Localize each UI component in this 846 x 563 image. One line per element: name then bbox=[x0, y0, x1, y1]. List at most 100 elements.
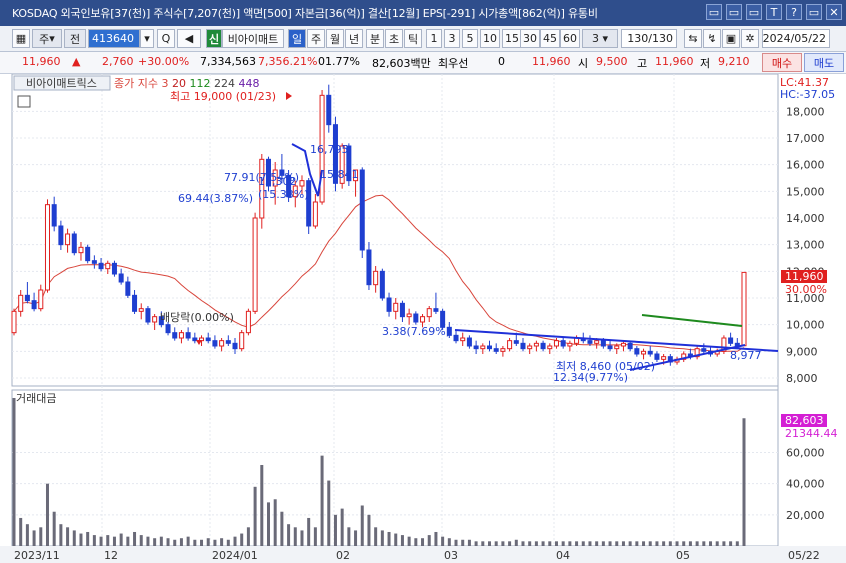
interval-10[interactable]: 10 bbox=[480, 29, 500, 48]
candle-body bbox=[11, 310, 17, 334]
volume-bar bbox=[508, 541, 512, 546]
search-icon[interactable]: Q bbox=[157, 29, 175, 48]
volume-bar bbox=[561, 541, 565, 546]
date-tick-label: 2023/11 bbox=[14, 549, 60, 562]
candle-body bbox=[105, 262, 111, 270]
volume-bar bbox=[240, 533, 244, 546]
volume-bar bbox=[293, 527, 297, 546]
stock-name-field: 비아이매트 bbox=[222, 29, 284, 48]
candle-body bbox=[393, 302, 399, 312]
volume-bar bbox=[501, 541, 505, 546]
speaker-icon[interactable]: ◀ bbox=[177, 29, 201, 48]
candle-body bbox=[178, 332, 184, 339]
volume-bar bbox=[52, 511, 56, 546]
candle-body bbox=[426, 308, 432, 318]
candle-body bbox=[500, 348, 506, 352]
interval-select[interactable]: 3 ▾ bbox=[582, 29, 618, 48]
dividend-annotation: 배당락(0.00%) bbox=[160, 311, 234, 324]
volume-bar bbox=[360, 505, 364, 546]
volume-bar bbox=[568, 541, 572, 546]
stock-chart[interactable]: 18,00017,00016,00015,00014,00013,00012,0… bbox=[0, 74, 846, 563]
price-change-pct: +30.00% bbox=[138, 55, 190, 68]
volume-axis: 60,000 40,000 20,000 bbox=[786, 447, 825, 522]
candle-body bbox=[18, 294, 24, 312]
candle-body bbox=[71, 233, 77, 254]
volume: 7,334,563 bbox=[200, 55, 256, 68]
trade-value: 82,603백만 bbox=[372, 57, 431, 70]
candle-body bbox=[701, 348, 707, 352]
date-field[interactable]: 2024/05/22 bbox=[762, 29, 830, 48]
tab-day[interactable]: 일 bbox=[288, 29, 306, 48]
volume-bar bbox=[119, 533, 123, 546]
candle-body bbox=[145, 308, 151, 323]
volume-bar bbox=[668, 541, 672, 546]
interval-30[interactable]: 30 bbox=[520, 29, 540, 48]
market-dropdown[interactable]: 주 ▾ bbox=[32, 29, 62, 48]
interval-60[interactable]: 60 bbox=[560, 29, 580, 48]
code-dropdown-icon[interactable]: ▾ bbox=[140, 29, 154, 48]
settings-icon[interactable]: ✲ bbox=[741, 29, 759, 48]
candle-body bbox=[560, 340, 566, 347]
candle-body bbox=[125, 281, 131, 296]
volume-bar bbox=[488, 541, 492, 546]
candle-body bbox=[741, 271, 747, 347]
wave-annotation-2: 15,841 bbox=[320, 168, 359, 181]
candle-body bbox=[31, 300, 37, 310]
interval-3[interactable]: 3 bbox=[444, 29, 460, 48]
candle-body bbox=[366, 249, 372, 286]
help-icon[interactable]: ? bbox=[786, 4, 802, 20]
draw-tool-icon[interactable]: ↯ bbox=[703, 29, 721, 48]
volume-bar bbox=[320, 455, 324, 546]
font-icon[interactable]: T bbox=[766, 4, 782, 20]
tab-week[interactable]: 주 bbox=[307, 29, 325, 48]
volume-bar bbox=[112, 536, 116, 546]
chart-link-icon[interactable]: ⇆ bbox=[684, 29, 702, 48]
hc-label: HC:-37.05 bbox=[780, 88, 835, 101]
volume-bar bbox=[313, 527, 317, 546]
interval-15[interactable]: 15 bbox=[502, 29, 522, 48]
volume-bar bbox=[367, 514, 371, 546]
volume-bar bbox=[548, 541, 552, 546]
tab-year[interactable]: 년 bbox=[345, 29, 363, 48]
market-dropdown-value: 주 bbox=[39, 32, 50, 46]
sell-button[interactable]: 매도 bbox=[804, 53, 844, 72]
scope-dropdown[interactable]: 전 bbox=[64, 29, 86, 48]
restore-icon[interactable]: ▭ bbox=[806, 4, 822, 20]
volume-bar bbox=[354, 530, 358, 546]
stock-code-input[interactable]: 413640 bbox=[88, 29, 140, 48]
volume-bar bbox=[575, 541, 579, 546]
minimize-icon[interactable]: ▭ bbox=[746, 4, 762, 20]
save-icon[interactable]: ▣ bbox=[722, 29, 740, 48]
interval-1[interactable]: 1 bbox=[426, 29, 442, 48]
volume-bar bbox=[481, 541, 485, 546]
tab-tick[interactable]: 틱 bbox=[404, 29, 422, 48]
price-tick-label: 9,000 bbox=[786, 345, 818, 358]
priority-label: 최우선 bbox=[438, 57, 469, 70]
volume-label: 거래대금 bbox=[16, 392, 56, 405]
candle-body bbox=[172, 332, 178, 339]
volume-bar bbox=[380, 530, 384, 546]
candle-body bbox=[493, 348, 499, 352]
grid-menu-icon[interactable]: ▦ bbox=[12, 29, 30, 48]
link-icon[interactable]: ▭ bbox=[706, 4, 722, 20]
wave-annotation-4: 69.44(3.87%) bbox=[178, 192, 253, 205]
tab-second[interactable]: 초 bbox=[385, 29, 403, 48]
candle-body bbox=[654, 353, 660, 360]
buy-button[interactable]: 매수 bbox=[762, 53, 802, 72]
close-icon[interactable]: ✕ bbox=[826, 4, 842, 20]
bar-count-field[interactable]: 130/130 bbox=[621, 29, 677, 48]
window-icon[interactable]: ▭ bbox=[726, 4, 742, 20]
volume-bar bbox=[682, 541, 686, 546]
candle-body bbox=[205, 337, 211, 342]
tab-month[interactable]: 월 bbox=[326, 29, 344, 48]
interval-5[interactable]: 5 bbox=[462, 29, 478, 48]
candle-body bbox=[473, 345, 479, 350]
volume-bar bbox=[186, 536, 190, 546]
tab-minute[interactable]: 분 bbox=[366, 29, 384, 48]
candle-body bbox=[38, 289, 44, 310]
interval-45[interactable]: 45 bbox=[540, 29, 560, 48]
volume-bar bbox=[220, 538, 224, 546]
volume-bar bbox=[12, 398, 16, 546]
volume-tick-label: 60,000 bbox=[786, 447, 825, 460]
stock-label: 비아이매트릭스 bbox=[26, 77, 97, 90]
